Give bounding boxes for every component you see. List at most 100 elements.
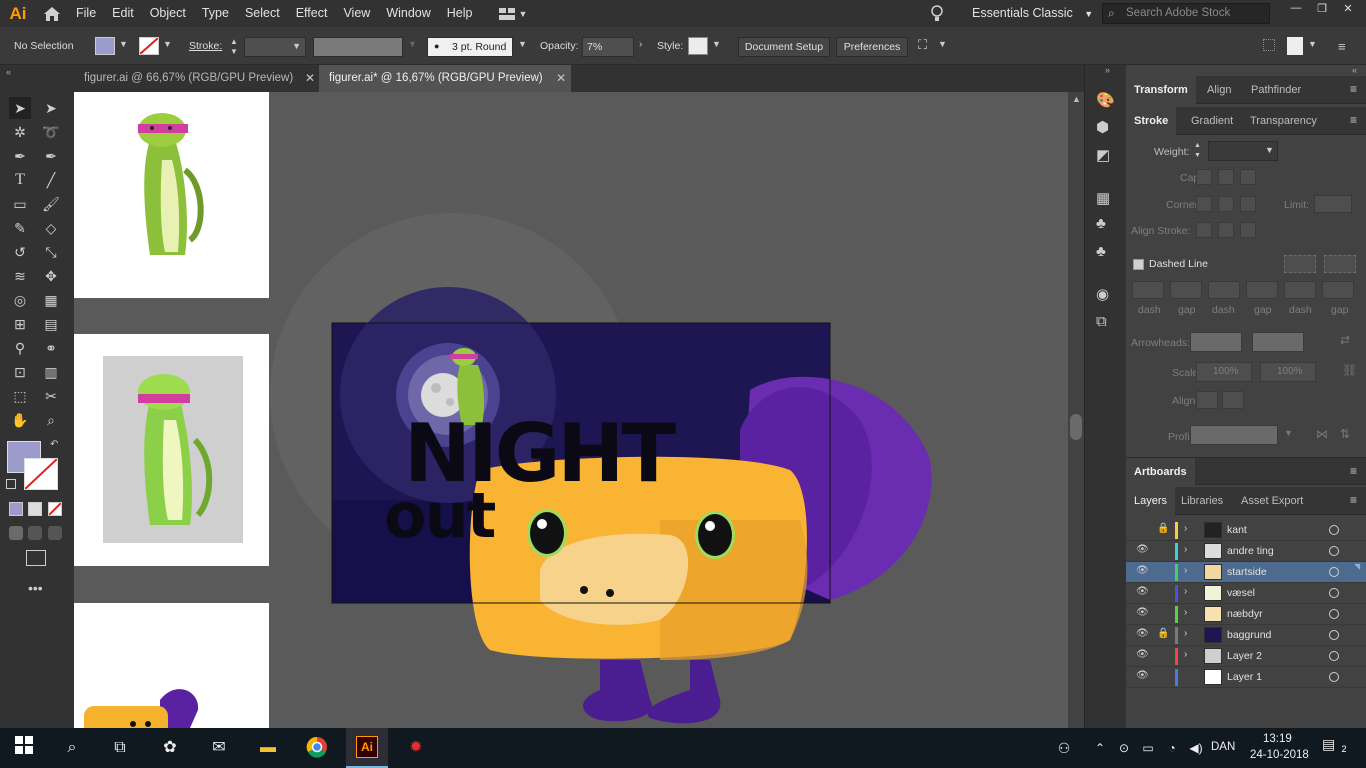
eye-icon[interactable]: 👁 (1136, 586, 1149, 597)
link-scale-icon[interactable]: ⛓ (1342, 363, 1357, 377)
chevron-down-icon[interactable]: ▼ (163, 39, 172, 49)
layer-row[interactable]: 👁 › næbdyr (1126, 604, 1366, 625)
gradient-tool-icon[interactable]: ▤ (40, 313, 62, 335)
target-icon[interactable] (1329, 609, 1339, 619)
clock-time[interactable]: 13:19 (1263, 733, 1292, 745)
close-window-button[interactable]: ✕ (1338, 2, 1358, 22)
default-colors-icon[interactable] (6, 479, 16, 489)
weight-stepper[interactable]: ▲ ▼ (1194, 141, 1204, 161)
arrange-icon[interactable]: ⛶ (918, 37, 934, 55)
document-canvas[interactable]: NIGHT out (74, 92, 1068, 728)
mail-app-icon[interactable]: ✉ (207, 736, 231, 760)
butt-cap-icon[interactable] (1196, 169, 1212, 185)
tab-libraries[interactable]: Libraries (1181, 487, 1223, 515)
rotate-tool-icon[interactable]: ↺ (9, 241, 31, 263)
dashed-line-checkbox[interactable] (1133, 259, 1144, 270)
gap-1-input[interactable] (1170, 281, 1202, 299)
weight-input[interactable]: ▼ (1208, 141, 1278, 161)
layer-row[interactable]: 👁 › Layer 2 (1126, 646, 1366, 667)
tab-stroke[interactable]: Stroke (1126, 107, 1177, 135)
stroke-swatch[interactable] (139, 37, 159, 55)
scale-tool-icon[interactable]: ⤡ (40, 241, 62, 263)
tab-figurer-16[interactable]: figurer.ai* @ 16,67% (RGB/GPU Preview) (319, 65, 571, 92)
variable-width-profile[interactable] (313, 37, 403, 57)
minimize-window-button[interactable]: — (1286, 2, 1306, 22)
none-mode-icon[interactable] (48, 502, 62, 516)
limit-input[interactable] (1314, 195, 1352, 213)
flip-along-icon[interactable]: ⋈ (1316, 427, 1328, 441)
miter-join-icon[interactable] (1196, 196, 1212, 212)
close-tab-icon[interactable]: ✕ (556, 71, 566, 85)
chevron-down-icon[interactable]: ▼ (1308, 39, 1317, 49)
swap-arrowheads-icon[interactable]: ⇄ (1340, 333, 1350, 347)
menu-effect[interactable]: Effect (288, 0, 336, 27)
dash-1-input[interactable] (1132, 281, 1164, 299)
arrange-documents-icon[interactable]: ▼ (498, 4, 533, 24)
swap-colors-icon[interactable]: ↶ (50, 439, 58, 450)
preferences-button[interactable]: Preferences (836, 37, 908, 57)
menu-window[interactable]: Window (378, 0, 438, 27)
arrow-tip-place-icon[interactable] (1222, 391, 1244, 409)
fill-swatch[interactable] (95, 37, 115, 55)
stroke-weight-stepper[interactable]: ▲ ▼ (230, 37, 240, 57)
direct-selection-tool-icon[interactable]: ➤ (40, 97, 62, 119)
menu-file[interactable]: File (68, 0, 104, 27)
graphic-styles-icon[interactable]: ♣ (1096, 243, 1106, 260)
eye-icon[interactable]: 👁 (1136, 565, 1149, 576)
restore-window-button[interactable]: ❐ (1312, 2, 1332, 22)
symbol-sprayer-icon[interactable]: ⊡ (9, 361, 31, 383)
eye-icon[interactable]: 👁 (1136, 649, 1149, 660)
stroke-weight-input[interactable]: ▼ (244, 37, 306, 57)
lightbulb-icon[interactable] (930, 5, 946, 23)
tab-align[interactable]: Align (1207, 76, 1231, 104)
chevron-down-icon[interactable]: ▼ (938, 39, 947, 49)
home-icon[interactable] (36, 0, 68, 27)
scrollbar-thumb[interactable] (1070, 414, 1082, 440)
zoom-tool-icon[interactable]: ⌕ (40, 409, 62, 431)
start-scale-input[interactable]: 100% (1196, 362, 1252, 382)
workspace-switcher[interactable]: Essentials Classic ▼ (972, 0, 1093, 27)
vertical-scrollbar[interactable]: ▲ (1068, 92, 1084, 728)
start-arrowhead-select[interactable] (1190, 332, 1242, 352)
preserve-dash-icon[interactable] (1284, 255, 1316, 273)
eye-icon[interactable]: 👁 (1136, 544, 1149, 555)
people-icon[interactable]: ⚇ (1052, 736, 1076, 760)
volume-icon[interactable]: ◀) (1184, 736, 1208, 760)
layer-row[interactable]: 👁 🔒 › baggrund (1126, 625, 1366, 646)
menu-view[interactable]: View (335, 0, 378, 27)
collapse-panel-icon[interactable]: » (1105, 65, 1110, 75)
magic-wand-icon[interactable]: ✲ (9, 121, 31, 143)
layer-row[interactable]: 🔒 › kant (1126, 520, 1366, 541)
tab-gradient[interactable]: Gradient (1191, 107, 1233, 135)
symbols-panel-icon[interactable]: ♣ (1096, 215, 1106, 232)
paintbrush-tool-icon[interactable]: 🖌 (40, 193, 62, 215)
end-scale-input[interactable]: 100% (1260, 362, 1316, 382)
illustrator-taskbar-icon[interactable]: Ai (346, 728, 388, 768)
line-tool-icon[interactable]: ╱ (40, 169, 62, 191)
battery-icon[interactable]: ▭ (1136, 736, 1160, 760)
graph-tool-icon[interactable]: ▥ (40, 361, 62, 383)
type-tool-icon[interactable]: T (9, 169, 31, 191)
projecting-cap-icon[interactable] (1240, 169, 1256, 185)
chevron-down-icon[interactable]: ▼ (408, 39, 417, 49)
show-hidden-icons[interactable]: ⌃ (1088, 736, 1112, 760)
perspective-grid-icon[interactable]: ▦ (40, 289, 62, 311)
pen-tool-icon[interactable]: ✒ (9, 145, 31, 167)
target-icon[interactable] (1329, 588, 1339, 598)
shaper-tool-icon[interactable]: ✎ (9, 217, 31, 239)
panel-menu-icon[interactable]: ≡ (1350, 464, 1357, 478)
gap-2-input[interactable] (1246, 281, 1278, 299)
graphic-style-swatch[interactable] (688, 37, 708, 55)
align-dash-icon[interactable] (1324, 255, 1356, 273)
end-arrowhead-select[interactable] (1252, 332, 1304, 352)
color-guide-icon[interactable]: ⬢ (1096, 118, 1109, 136)
panel-menu-icon[interactable]: ≡ (1350, 113, 1357, 127)
eye-icon[interactable]: 👁 (1136, 670, 1149, 681)
chevron-right-icon[interactable]: › (639, 39, 642, 50)
game-app-icon[interactable]: ✹ (404, 736, 428, 760)
round-join-icon[interactable] (1218, 196, 1234, 212)
menu-type[interactable]: Type (194, 0, 237, 27)
curvature-tool-icon[interactable]: ✒ (40, 145, 62, 167)
search-icon[interactable]: ⌕ (60, 736, 84, 760)
dash-2-input[interactable] (1208, 281, 1240, 299)
